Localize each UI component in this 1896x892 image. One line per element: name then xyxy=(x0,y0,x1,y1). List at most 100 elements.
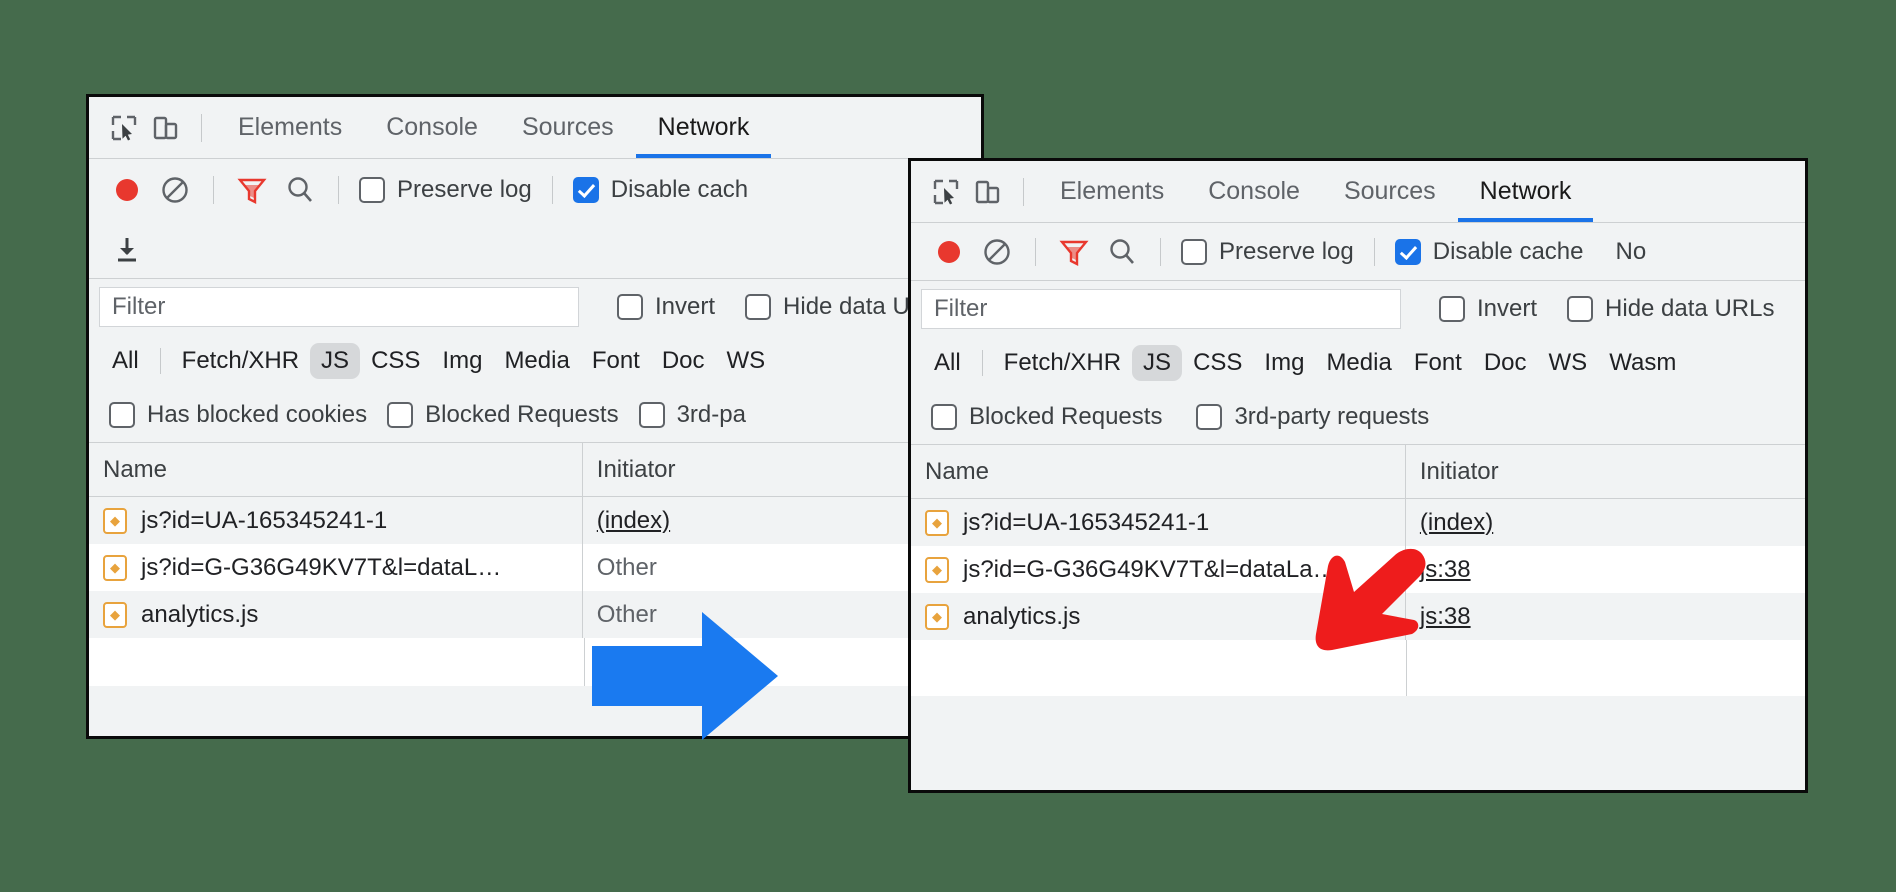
cell-name: ◆ js?id=UA-165345241-1 xyxy=(89,497,583,544)
hide-data-urls-checkbox[interactable]: Hide data UR xyxy=(739,293,933,321)
js-file-icon: ◆ xyxy=(103,601,127,628)
blocked-requests-checkbox[interactable]: Blocked Requests xyxy=(925,403,1176,431)
preserve-log-box[interactable] xyxy=(1181,238,1207,265)
tab-console[interactable]: Console xyxy=(1186,161,1322,222)
inspect-element-icon[interactable] xyxy=(103,107,145,149)
hide-data-urls-checkbox[interactable]: Hide data URLs xyxy=(1561,295,1780,323)
hide-data-urls-box[interactable] xyxy=(1567,296,1594,322)
initiator-value: Other xyxy=(596,553,657,581)
column-header-initiator[interactable]: Initiator xyxy=(1406,445,1805,498)
type-filter-js[interactable]: JS xyxy=(1132,345,1183,381)
table-row[interactable]: ◆ js?id=UA-165345241-1 (index) xyxy=(89,497,981,544)
disable-cache-checkbox[interactable]: Disable cache xyxy=(1389,238,1590,266)
tab-network[interactable]: Network xyxy=(635,97,772,158)
table-row[interactable]: ◆ analytics.js js:38 xyxy=(911,593,1805,640)
has-blocked-cookies-checkbox[interactable]: Has blocked cookies xyxy=(103,401,381,429)
preserve-log-checkbox[interactable]: Preserve log xyxy=(353,176,538,204)
type-filter-font[interactable]: Font xyxy=(1403,345,1473,381)
initiator-link[interactable]: js:38 xyxy=(1420,603,1471,631)
table-row[interactable]: ◆ js?id=G-G36G49KV7T&l=dataL… Other xyxy=(89,544,981,591)
type-filter-ws[interactable]: WS xyxy=(1538,345,1599,381)
clear-no-entry-icon[interactable] xyxy=(151,166,199,214)
table-row[interactable]: ◆ js?id=G-G36G49KV7T&l=dataLa… js:38 xyxy=(911,546,1805,593)
blocked-requests-checkbox[interactable]: Blocked Requests xyxy=(381,401,632,429)
has-blocked-cookies-box[interactable] xyxy=(109,401,135,428)
column-header-name[interactable]: Name xyxy=(911,445,1406,498)
disable-cache-box[interactable] xyxy=(1394,238,1421,265)
type-filter-css[interactable]: CSS xyxy=(1182,345,1253,381)
hide-data-urls-label: Hide data UR xyxy=(783,293,928,320)
blocked-requests-box[interactable] xyxy=(931,403,957,430)
record-circle-icon[interactable] xyxy=(925,228,973,276)
funnel-filter-icon[interactable] xyxy=(228,166,276,214)
disable-cache-box[interactable] xyxy=(572,177,599,203)
type-filter-wasm[interactable]: Wasm xyxy=(1598,345,1687,381)
invert-label: Invert xyxy=(1477,295,1538,322)
type-filter-ws[interactable]: WS xyxy=(716,343,777,379)
type-filter-all[interactable]: All xyxy=(101,343,150,379)
tab-network[interactable]: Network xyxy=(1457,161,1594,222)
invert-box[interactable] xyxy=(617,294,643,320)
table-row[interactable]: ◆ js?id=UA-165345241-1 (index) xyxy=(911,499,1805,546)
type-filter-divider xyxy=(981,350,983,376)
network-toolbar-left-row2 xyxy=(89,221,981,279)
type-filter-js[interactable]: JS xyxy=(310,343,361,379)
hide-data-urls-box[interactable] xyxy=(745,294,772,320)
preserve-log-label: Preserve log xyxy=(397,176,532,203)
initiator-link[interactable]: js:38 xyxy=(1420,556,1471,584)
third-party-requests-checkbox[interactable]: 3rd-party requests xyxy=(1190,403,1443,431)
download-har-icon[interactable] xyxy=(103,226,151,274)
record-circle-icon[interactable] xyxy=(103,166,151,214)
third-party-requests-box[interactable] xyxy=(1196,403,1223,430)
device-toolbar-toggle-icon[interactable] xyxy=(967,171,1009,213)
filter-input-wrap[interactable]: Filter xyxy=(99,287,579,327)
invert-checkbox[interactable]: Invert xyxy=(611,293,721,321)
third-party-requests-checkbox[interactable]: 3rd-pa xyxy=(633,401,760,429)
throttling-dropdown[interactable]: No xyxy=(1615,238,1646,266)
tab-elements[interactable]: Elements xyxy=(1038,161,1186,222)
column-header-name[interactable]: Name xyxy=(89,443,583,496)
tab-console[interactable]: Console xyxy=(364,97,500,158)
table-empty-space xyxy=(911,640,1805,696)
type-filter-fetch-xhr[interactable]: Fetch/XHR xyxy=(993,345,1132,381)
network-toolbar-left: Preserve log Disable cach xyxy=(89,159,981,221)
type-filter-css[interactable]: CSS xyxy=(360,343,431,379)
clear-no-entry-icon[interactable] xyxy=(973,228,1021,276)
tab-sources[interactable]: Sources xyxy=(1322,161,1458,222)
type-filter-media[interactable]: Media xyxy=(493,343,580,379)
tab-sources[interactable]: Sources xyxy=(500,97,636,158)
funnel-filter-icon[interactable] xyxy=(1050,228,1098,276)
device-toolbar-toggle-icon[interactable] xyxy=(145,107,187,149)
preserve-log-checkbox[interactable]: Preserve log xyxy=(1175,238,1360,266)
blocked-requests-label: Blocked Requests xyxy=(969,402,1163,430)
third-party-requests-box[interactable] xyxy=(638,401,665,428)
invert-box[interactable] xyxy=(1439,296,1465,322)
preserve-log-box[interactable] xyxy=(359,177,385,203)
invert-label: Invert xyxy=(655,293,716,320)
third-party-requests-label: 3rd-party requests xyxy=(1234,402,1430,430)
invert-checkbox[interactable]: Invert xyxy=(1433,295,1543,323)
type-filter-img[interactable]: Img xyxy=(431,343,493,379)
extra-filter-row-right: Blocked Requests 3rd-party requests xyxy=(911,389,1805,445)
cell-initiator: js:38 xyxy=(1406,546,1805,593)
initiator-link[interactable]: (index) xyxy=(1420,509,1493,537)
type-filter-img[interactable]: Img xyxy=(1253,345,1315,381)
type-filter-doc[interactable]: Doc xyxy=(651,343,716,379)
toolbar-divider-1 xyxy=(213,176,214,204)
filter-input-wrap[interactable]: Filter xyxy=(921,289,1401,329)
request-name: js?id=UA-165345241-1 xyxy=(141,506,388,534)
type-filter-media[interactable]: Media xyxy=(1315,345,1402,381)
disable-cache-checkbox[interactable]: Disable cach xyxy=(567,176,754,204)
type-filter-fetch-xhr[interactable]: Fetch/XHR xyxy=(171,343,310,379)
blocked-requests-box[interactable] xyxy=(387,401,414,428)
tab-elements[interactable]: Elements xyxy=(216,97,364,158)
search-magnifier-icon[interactable] xyxy=(1098,228,1146,276)
type-filter-all[interactable]: All xyxy=(923,345,972,381)
initiator-link[interactable]: (index) xyxy=(597,507,670,535)
toolbar-divider-3 xyxy=(551,176,553,204)
search-magnifier-icon[interactable] xyxy=(276,166,324,214)
type-filter-doc[interactable]: Doc xyxy=(1473,345,1538,381)
inspect-element-icon[interactable] xyxy=(925,171,967,213)
table-row[interactable]: ◆ analytics.js Other xyxy=(89,591,981,638)
type-filter-font[interactable]: Font xyxy=(581,343,651,379)
